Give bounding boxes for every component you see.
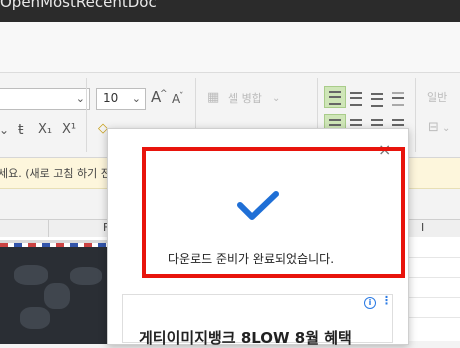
ad-info-icon[interactable]: i [364, 297, 376, 309]
chevron-down-icon: ⌄ [131, 92, 141, 105]
number-format-dropdown[interactable]: 일반 [427, 90, 447, 106]
map-landmass [14, 265, 48, 285]
checkmark-icon [237, 191, 279, 220]
menu-bar [0, 22, 460, 73]
align-middle-icon[interactable] [350, 92, 362, 106]
align-top-icon [329, 91, 341, 105]
justify-icon[interactable] [392, 92, 404, 106]
ribbon-divider [86, 78, 87, 152]
airmail-border [0, 243, 108, 247]
ribbon-divider [415, 78, 416, 152]
map-landmass [70, 267, 102, 285]
ad-title[interactable]: 게티이미지뱅크 8LOW 8월 혜택 [139, 327, 352, 348]
chevron-down-icon: ⌄ [272, 93, 281, 104]
font-name-dropdown[interactable]: ⌄ [0, 88, 90, 110]
chevron-down-icon: ⌄ [75, 92, 85, 105]
currency-format-icon[interactable]: ⊟ [428, 120, 439, 136]
window-title: OpenMostRecentDoc [0, 0, 157, 11]
chevron-down-icon: ⌄ [442, 123, 451, 134]
column-header-i[interactable]: I [421, 221, 424, 234]
ad-menu-icon[interactable]: ⋮ [381, 295, 392, 307]
world-map-image [0, 240, 108, 344]
underline-dropdown-icon[interactable]: ⌄ [0, 122, 9, 138]
merge-cells-button[interactable]: 셀 병합 [228, 91, 262, 107]
download-ready-message: 다운로드 준비가 완료되었습니다. [168, 252, 335, 266]
superscript-button[interactable]: X¹ [62, 122, 76, 138]
grow-font-arrow-icon: ^ [160, 89, 168, 99]
column-divider [48, 220, 49, 237]
map-landmass [20, 307, 50, 329]
title-bar: OpenMostRecentDoc [0, 0, 460, 22]
subscript-button[interactable]: X₁ [38, 122, 52, 138]
strikethrough-button[interactable]: ŧ [18, 122, 24, 138]
font-size-dropdown[interactable]: 10 ⌄ [96, 88, 146, 110]
merge-cells-icon: ▦ [207, 90, 220, 105]
font-size-value: 10 [103, 91, 119, 105]
map-landmass [44, 283, 70, 309]
shrink-font-arrow-icon: ˇ [179, 92, 184, 102]
notification-text: 세요. (새로 고침 하기 전 [0, 167, 111, 180]
align-bottom-icon[interactable] [371, 93, 383, 107]
